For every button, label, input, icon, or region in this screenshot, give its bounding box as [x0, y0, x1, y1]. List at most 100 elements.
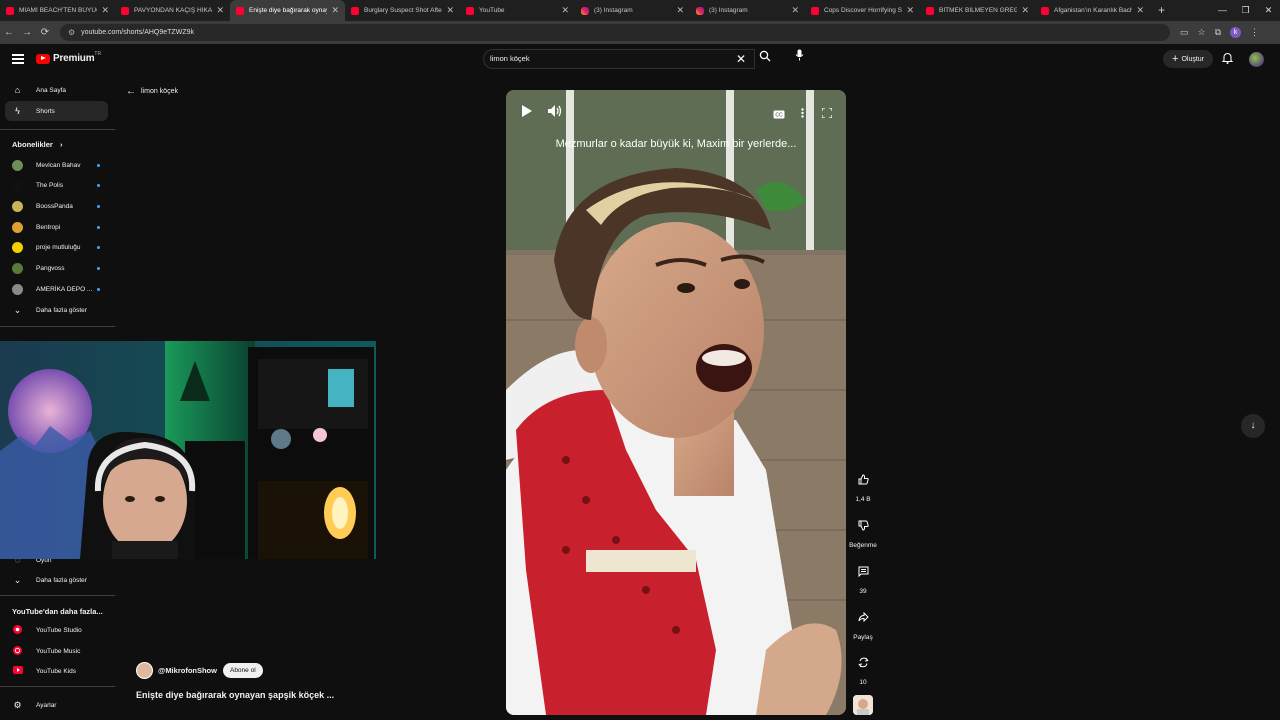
video-frame-image	[506, 90, 846, 715]
subscription-item[interactable]: AMERİKA DEPO ...	[5, 279, 108, 299]
browser-tab[interactable]: Burglary Suspect Shot After C ✕	[345, 0, 460, 21]
like-button[interactable]: 1,4 B	[848, 467, 878, 503]
notifications-bell-icon[interactable]	[1221, 52, 1234, 67]
close-tab-icon[interactable]: ✕	[676, 5, 684, 16]
voice-search-button[interactable]	[790, 49, 808, 69]
youtube-kids-icon	[12, 666, 23, 676]
next-short-button[interactable]: ↓	[1241, 414, 1265, 438]
channel-avatar[interactable]	[136, 662, 153, 679]
browser-tab[interactable]: MİAMİ BEACH'TEN BÜYÜCÜN ✕	[0, 0, 115, 21]
comment-icon	[851, 559, 875, 583]
bookmark-star-icon[interactable]: ☆	[1198, 27, 1206, 38]
volume-icon[interactable]	[548, 104, 562, 122]
close-tab-icon[interactable]: ✕	[1136, 5, 1144, 16]
kebab-menu-icon[interactable]: ⋮	[1250, 27, 1259, 38]
youtube-icon	[121, 6, 129, 15]
create-button[interactable]: + Oluştur	[1163, 50, 1213, 68]
extensions-icon[interactable]: ⧉	[1215, 27, 1221, 38]
browser-tab[interactable]: PAVYONDAN KAÇIŞ HİKAYESİ ✕	[115, 0, 230, 21]
site-info-icon[interactable]: ⚙	[68, 28, 75, 37]
channel-name[interactable]: @MikrofonShow	[158, 666, 217, 675]
subscription-item[interactable]: The Polis	[5, 176, 108, 196]
new-tab-button[interactable]: +	[1150, 0, 1173, 21]
browser-profile-avatar[interactable]: k	[1230, 27, 1242, 38]
minimize-icon[interactable]: —	[1211, 0, 1234, 21]
back-arrow-icon[interactable]: ←	[0, 27, 18, 38]
subscription-item[interactable]: Bentropi	[5, 217, 108, 237]
hamburger-menu-icon[interactable]	[12, 54, 24, 64]
sidebar-item-settings[interactable]: ⚙ Ayarlar	[5, 695, 108, 715]
search-button[interactable]	[755, 49, 775, 69]
search-input[interactable]: limon köçek ✕	[483, 49, 755, 69]
browser-tab-title: MİAMİ BEACH'TEN BÜYÜCÜN	[19, 7, 97, 14]
subscription-item[interactable]: proje mutluluğu	[5, 238, 108, 258]
sidebar-item-label: Daha fazla göster	[36, 306, 87, 314]
restore-icon[interactable]: ❐	[1234, 0, 1257, 21]
url-bar[interactable]: ⚙ youtube.com/shorts/AHQ9eTZWZ9k	[60, 24, 1170, 41]
browser-tab[interactable]: (3) Instagram ✕	[690, 0, 805, 21]
back-label: limon köçek	[141, 88, 178, 95]
show-more-explore[interactable]: ⌄ Daha fazla göster	[5, 570, 108, 590]
close-tab-icon[interactable]: ✕	[906, 5, 914, 16]
subscription-item[interactable]: Pangvoss	[5, 259, 108, 279]
browser-tab-title: Burglary Suspect Shot After C	[364, 7, 443, 14]
subscribe-button[interactable]: Abone ol	[222, 663, 263, 678]
sidebar-item-shorts[interactable]: ϟ Shorts	[5, 101, 108, 121]
closed-captions-icon[interactable]: CC	[773, 106, 785, 124]
sidebar-item-home[interactable]: ⌂ Ana Sayfa	[5, 80, 108, 100]
show-more-subscriptions[interactable]: ⌄ Daha fazla göster	[5, 300, 108, 320]
browser-tab[interactable]: (3) Instagram ✕	[575, 0, 690, 21]
share-button[interactable]: Paylaş	[848, 605, 878, 641]
new-content-dot	[97, 225, 100, 229]
play-icon[interactable]	[521, 104, 532, 122]
clear-search-icon[interactable]: ✕	[736, 50, 746, 68]
browser-tab[interactable]: Enişte diye bağırarak oynayan ✕	[230, 0, 345, 21]
new-content-dot	[97, 246, 100, 250]
channel-avatar	[12, 283, 23, 295]
remix-button[interactable]: 10	[848, 650, 878, 686]
close-tab-icon[interactable]: ✕	[1021, 5, 1029, 16]
close-tab-icon[interactable]: ✕	[216, 5, 224, 16]
subscription-item[interactable]: Mevlcan Bahav	[5, 155, 108, 175]
chevron-right-icon: ›	[59, 140, 63, 149]
thumbs-up-icon	[851, 467, 875, 491]
close-window-icon[interactable]: ✕	[1257, 0, 1280, 21]
close-tab-icon[interactable]: ✕	[101, 5, 109, 16]
youtube-icon	[236, 6, 244, 15]
browser-tab[interactable]: YouTube ✕	[460, 0, 575, 21]
channel-avatar	[12, 263, 23, 274]
sidebar-item-youtube-studio[interactable]: YouTube Studio	[5, 620, 108, 640]
dislike-button[interactable]: Beğenme	[848, 513, 878, 549]
new-content-dot	[97, 184, 100, 188]
close-tab-icon[interactable]: ✕	[331, 5, 339, 16]
comments-button[interactable]: 39	[848, 559, 878, 595]
browser-tab[interactable]: Cops Discover Horrifying Sec ✕	[805, 0, 920, 21]
youtube-icon	[926, 6, 934, 15]
youtube-masthead: Premium TR limon köçek ✕ + Oluştur	[0, 44, 1280, 76]
sidebar-item-youtube-music[interactable]: YouTube Music	[5, 641, 108, 661]
cast-icon[interactable]: ▭	[1180, 27, 1189, 38]
shorts-video-player[interactable]: CC Mezmurlar o kadar büyük ki, Maxim bir…	[506, 90, 846, 715]
sound-source-thumbnail[interactable]	[853, 695, 873, 715]
reload-icon[interactable]: ⟳	[36, 27, 54, 38]
like-count: 1,4 B	[855, 496, 871, 503]
fullscreen-icon[interactable]	[821, 105, 833, 123]
create-label: Oluştur	[1181, 55, 1204, 63]
sidebar-item-youtube-kids[interactable]: YouTube Kids	[5, 661, 108, 681]
browser-tab[interactable]: BİTMEK BİLMEYEN GREG FLE✕	[920, 0, 1035, 21]
subscriptions-heading[interactable]: Abonelikler ›	[12, 140, 62, 149]
youtube-premium-logo[interactable]: Premium TR	[36, 51, 101, 64]
browser-tab[interactable]: Afganistan'ın Karanlık Bacha ✕	[1035, 0, 1150, 21]
new-content-dot	[97, 287, 100, 291]
close-tab-icon[interactable]: ✕	[446, 5, 454, 16]
subscription-item[interactable]: BoossPanda	[5, 196, 108, 216]
more-options-icon[interactable]	[801, 105, 804, 123]
close-tab-icon[interactable]: ✕	[561, 5, 569, 16]
video-title[interactable]: Enişte diye bağırarak oynayan şapşik köç…	[136, 690, 334, 700]
account-avatar[interactable]	[1249, 52, 1264, 67]
new-content-dot	[97, 267, 100, 270]
close-tab-icon[interactable]: ✕	[791, 5, 799, 16]
back-to-search-button[interactable]: ← limon köçek	[126, 86, 178, 97]
plus-icon: +	[1172, 53, 1179, 65]
forward-arrow-icon[interactable]: →	[18, 27, 36, 38]
